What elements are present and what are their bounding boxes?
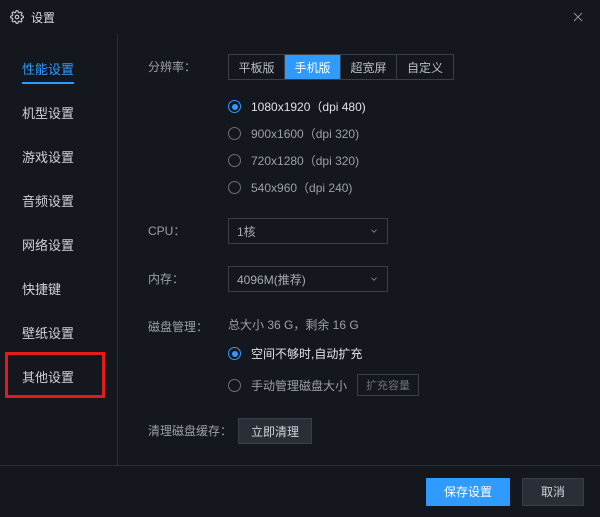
segment-label: 平板版 xyxy=(238,59,274,76)
segment-label: 自定义 xyxy=(407,59,443,76)
cancel-button[interactable]: 取消 xyxy=(522,478,584,506)
titlebar: 设置 xyxy=(0,0,600,34)
button-label: 扩充容量 xyxy=(366,377,410,393)
label-memory: 内存： xyxy=(148,266,228,287)
segment-phone[interactable]: 手机版 xyxy=(285,55,341,79)
content: 分辨率： 平板版 手机版 超宽屏 自定义 1080x1920（dpi 480) … xyxy=(118,34,600,465)
segment-label: 超宽屏 xyxy=(350,59,386,76)
sidebar-item-game[interactable]: 游戏设置 xyxy=(0,134,117,178)
resolution-options: 1080x1920（dpi 480) 900x1600（dpi 320) 720… xyxy=(228,98,454,196)
label-disk: 磁盘管理： xyxy=(148,314,228,335)
disk-option-manual[interactable]: 手动管理磁盘大小 xyxy=(228,377,347,394)
window-title: 设置 xyxy=(31,9,55,26)
radio-label: 1080x1920（dpi 480) xyxy=(251,98,366,115)
row-cpu: CPU： 1核 xyxy=(148,218,580,244)
chevron-down-icon xyxy=(369,274,379,284)
resolution-option[interactable]: 900x1600（dpi 320) xyxy=(228,125,454,142)
sidebar-item-label: 机型设置 xyxy=(22,103,74,122)
radio-icon xyxy=(228,154,241,167)
save-button[interactable]: 保存设置 xyxy=(426,478,510,506)
segment-custom[interactable]: 自定义 xyxy=(397,55,453,79)
select-value: 4096M(推荐) xyxy=(237,271,306,288)
sidebar-item-shortcut[interactable]: 快捷键 xyxy=(0,266,117,310)
radio-icon xyxy=(228,347,241,360)
resolution-option[interactable]: 540x960（dpi 240) xyxy=(228,179,454,196)
resolution-segments: 平板版 手机版 超宽屏 自定义 xyxy=(228,54,454,80)
segment-ultrawide[interactable]: 超宽屏 xyxy=(341,55,397,79)
label-clear-cache: 清理磁盘缓存： xyxy=(148,418,238,439)
button-label: 取消 xyxy=(541,483,565,500)
label-cpu: CPU： xyxy=(148,218,228,239)
row-memory: 内存： 4096M(推荐) xyxy=(148,266,580,292)
cpu-select[interactable]: 1核 xyxy=(228,218,388,244)
resolution-option[interactable]: 1080x1920（dpi 480) xyxy=(228,98,454,115)
row-disk: 磁盘管理： 总大小 36 G，剩余 16 G 空间不够时,自动扩充 手动管理磁盘… xyxy=(148,314,580,396)
segment-tablet[interactable]: 平板版 xyxy=(229,55,285,79)
sidebar-item-network[interactable]: 网络设置 xyxy=(0,222,117,266)
resolution-option[interactable]: 720x1280（dpi 320) xyxy=(228,152,454,169)
radio-icon xyxy=(228,379,241,392)
radio-label: 540x960（dpi 240) xyxy=(251,179,352,196)
chevron-down-icon xyxy=(369,226,379,236)
body: 性能设置 机型设置 游戏设置 音频设置 网络设置 快捷键 壁纸设置 其他设置 分… xyxy=(0,34,600,465)
sidebar-item-label: 壁纸设置 xyxy=(22,323,74,342)
radio-label: 空间不够时,自动扩充 xyxy=(251,345,362,362)
row-clear-cache: 清理磁盘缓存： 立即清理 xyxy=(148,418,580,444)
select-value: 1核 xyxy=(237,223,256,240)
segment-label: 手机版 xyxy=(294,59,330,76)
settings-gear-icon xyxy=(10,10,24,24)
memory-select[interactable]: 4096M(推荐) xyxy=(228,266,388,292)
sidebar-item-label: 快捷键 xyxy=(22,279,61,298)
button-label: 保存设置 xyxy=(444,483,492,500)
close-icon[interactable] xyxy=(566,5,590,29)
sidebar-item-model[interactable]: 机型设置 xyxy=(0,90,117,134)
radio-icon xyxy=(228,127,241,140)
sidebar-item-other[interactable]: 其他设置 xyxy=(0,354,117,398)
radio-label: 手动管理磁盘大小 xyxy=(251,377,347,394)
sidebar-item-label: 性能设置 xyxy=(22,59,74,78)
clear-cache-button[interactable]: 立即清理 xyxy=(238,418,312,444)
disk-option-auto[interactable]: 空间不够时,自动扩充 xyxy=(228,345,419,362)
expand-capacity-button[interactable]: 扩充容量 xyxy=(357,374,419,396)
settings-window: 设置 性能设置 机型设置 游戏设置 音频设置 网络设置 快捷键 壁纸设置 其他设… xyxy=(0,0,600,517)
radio-icon xyxy=(228,100,241,113)
radio-label: 900x1600（dpi 320) xyxy=(251,125,359,142)
sidebar: 性能设置 机型设置 游戏设置 音频设置 网络设置 快捷键 壁纸设置 其他设置 xyxy=(0,34,118,465)
sidebar-item-label: 游戏设置 xyxy=(22,147,74,166)
row-resolution: 分辨率： 平板版 手机版 超宽屏 自定义 1080x1920（dpi 480) … xyxy=(148,54,580,196)
sidebar-item-audio[interactable]: 音频设置 xyxy=(0,178,117,222)
radio-label: 720x1280（dpi 320) xyxy=(251,152,359,169)
radio-icon xyxy=(228,181,241,194)
footer: 保存设置 取消 xyxy=(0,465,600,517)
label-resolution: 分辨率： xyxy=(148,54,228,75)
sidebar-item-label: 网络设置 xyxy=(22,235,74,254)
sidebar-item-wallpaper[interactable]: 壁纸设置 xyxy=(0,310,117,354)
button-label: 立即清理 xyxy=(251,423,299,440)
sidebar-item-label: 音频设置 xyxy=(22,191,74,210)
sidebar-item-performance[interactable]: 性能设置 xyxy=(0,46,117,90)
sidebar-item-label: 其他设置 xyxy=(22,367,74,386)
disk-info: 总大小 36 G，剩余 16 G xyxy=(228,314,419,333)
